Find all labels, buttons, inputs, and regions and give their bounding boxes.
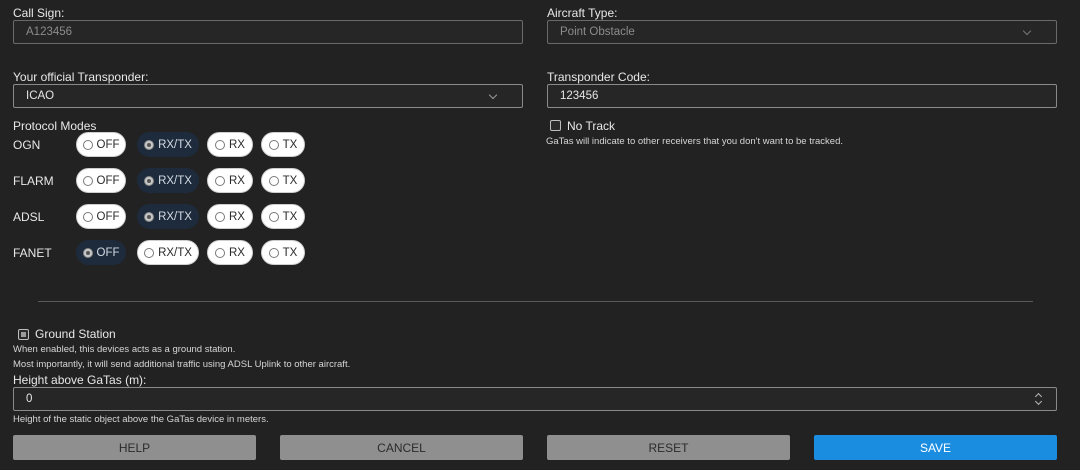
protocol-option-flarm-tx[interactable]: TX [261,168,305,193]
protocol-option-label: RX/TX [158,210,192,223]
protocol-option-ogn-rx[interactable]: RX [207,132,253,157]
radio-icon [82,247,93,258]
protocol-option-adsl-off[interactable]: OFF [76,204,126,229]
protocol-option-flarm-rx[interactable]: RX [207,168,253,193]
protocol-name-fanet: FANET [13,246,52,260]
height-label: Height above GaTas (m): [13,373,147,387]
radio-icon [268,139,279,150]
radio-icon [144,175,155,186]
protocol-option-fanet-rx[interactable]: RX [207,240,253,265]
ground-station-checkbox[interactable] [18,329,29,340]
radio-icon [268,247,279,258]
protocol-option-label: TX [282,246,298,259]
protocol-option-label: RX [229,174,245,187]
height-value: 0 [26,393,33,405]
radio-icon [268,175,279,186]
no-track-label: No Track [567,119,616,133]
radio-icon [215,175,225,186]
ground-station-help-2: Most importantly, it will send additiona… [13,359,351,370]
protocol-option-label: RX/TX [158,138,192,151]
transponder-code-input[interactable]: 123456 [547,84,1057,108]
protocol-option-label: OFF [96,174,120,187]
protocol-option-label: RX/TX [158,246,192,259]
call-sign-input[interactable]: A123456 [13,20,523,44]
cancel-button[interactable]: CANCEL [280,435,523,460]
protocol-option-label: TX [282,174,298,187]
call-sign-label: Call Sign: [13,6,65,20]
radio-icon [144,211,155,222]
aircraft-type-select[interactable]: Point Obstacle [547,20,1057,44]
chevron-down-icon [1022,26,1032,36]
protocol-option-label: RX [229,138,245,151]
protocol-option-fanet-rxtx[interactable]: RX/TX [137,240,199,265]
section-divider [38,301,1033,302]
radio-icon [215,139,225,150]
protocol-option-ogn-rxtx[interactable]: RX/TX [137,132,199,157]
protocol-option-flarm-rxtx[interactable]: RX/TX [137,168,199,193]
stepper-icon[interactable] [1034,391,1044,407]
ground-station-label: Ground Station [35,327,116,341]
protocol-name-ogn: OGN [13,138,41,152]
protocol-option-adsl-rx[interactable]: RX [207,204,253,229]
protocol-option-label: RX [229,246,245,259]
protocol-option-ogn-tx[interactable]: TX [261,132,305,157]
call-sign-placeholder: A123456 [26,26,73,38]
protocol-option-label: RX [229,210,245,223]
protocol-option-label: OFF [96,246,120,259]
height-input[interactable]: 0 [13,387,1057,411]
radio-icon [144,139,155,150]
radio-icon [215,211,225,222]
transponder-select[interactable]: ICAO [13,84,523,108]
protocol-modes-title: Protocol Modes [13,119,97,133]
protocol-option-fanet-tx[interactable]: TX [261,240,305,265]
radio-icon [82,175,93,186]
radio-icon [215,247,225,258]
protocol-option-ogn-off[interactable]: OFF [76,132,126,157]
protocol-option-label: OFF [96,138,120,151]
radio-icon [268,211,279,222]
protocol-option-adsl-rxtx[interactable]: RX/TX [137,204,199,229]
protocol-option-adsl-tx[interactable]: TX [261,204,305,229]
no-track-checkbox[interactable] [550,120,561,131]
protocol-option-label: RX/TX [158,174,192,187]
height-help: Height of the static object above the Ga… [13,414,269,425]
ground-station-help-1: When enabled, this devices acts as a gro… [13,344,236,355]
transponder-value: ICAO [26,90,55,102]
save-button[interactable]: SAVE [814,435,1057,460]
no-track-help: GaTas will indicate to other receivers t… [546,136,843,147]
chevron-down-icon [488,90,498,100]
transponder-code-value: 123456 [560,90,599,102]
protocol-option-flarm-off[interactable]: OFF [76,168,126,193]
protocol-name-flarm: FLARM [13,174,54,188]
transponder-label: Your official Transponder: [13,70,149,84]
reset-button[interactable]: RESET [547,435,790,460]
transponder-code-label: Transponder Code: [547,70,650,84]
aircraft-type-value: Point Obstacle [560,26,635,38]
radio-icon [82,211,93,222]
protocol-option-label: TX [282,138,298,151]
protocol-option-fanet-off[interactable]: OFF [76,240,126,265]
aircraft-type-label: Aircraft Type: [547,6,618,20]
radio-icon [144,247,155,258]
help-button[interactable]: HELP [13,435,256,460]
radio-icon [82,139,93,150]
protocol-option-label: TX [282,210,298,223]
protocol-name-adsl: ADSL [13,210,45,224]
protocol-option-label: OFF [96,210,120,223]
